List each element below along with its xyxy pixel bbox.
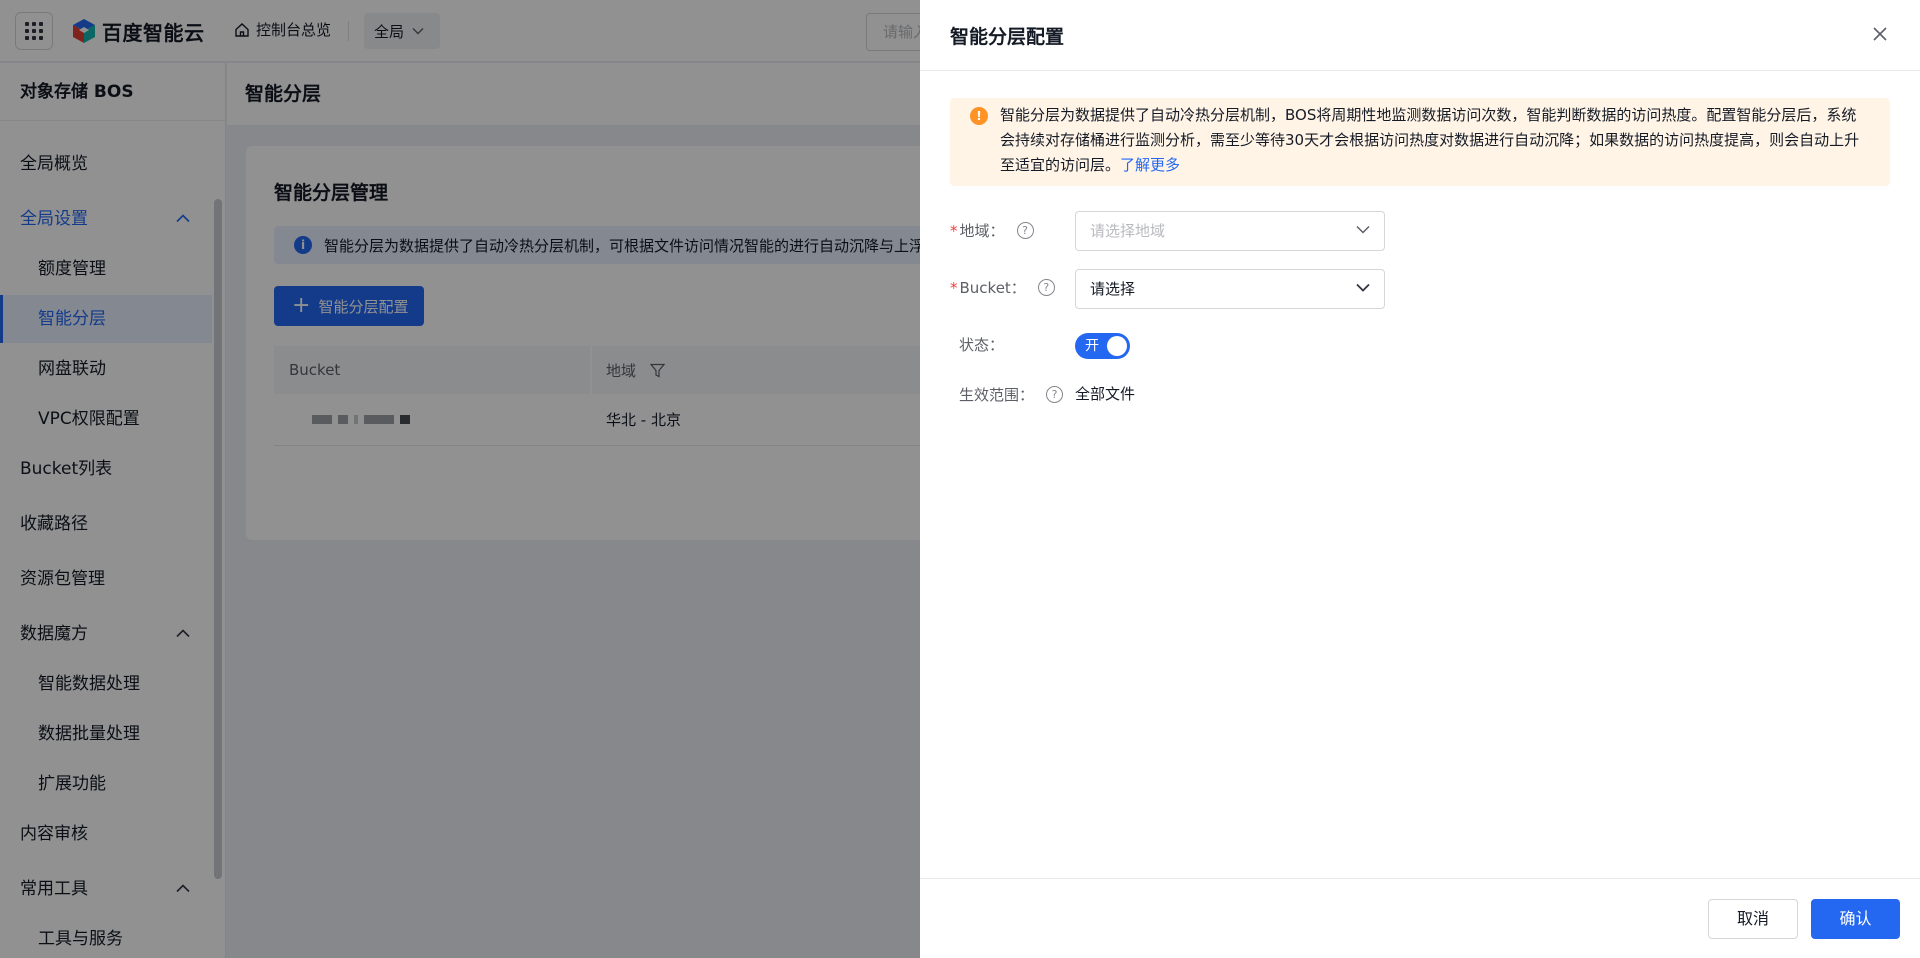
drawer-header: 智能分层配置 xyxy=(920,0,1920,71)
alert-text: 智能分层为数据提供了自动冷热分层机制，BOS将周期性地监测数据访问次数，智能判断… xyxy=(1000,103,1870,178)
required-marker: * xyxy=(950,221,958,240)
tiering-config-drawer: 智能分层配置 ! 智能分层为数据提供了自动冷热分层机制，BOS将周期性地监测数据… xyxy=(920,0,1920,958)
chevron-down-icon xyxy=(1356,283,1370,292)
region-field-label: * 地域： ? xyxy=(950,220,1034,241)
status-toggle[interactable]: 开 xyxy=(1075,333,1130,359)
confirm-button[interactable]: 确认 xyxy=(1811,899,1900,939)
help-icon[interactable]: ? xyxy=(1016,222,1034,239)
scope-field-label: 生效范围： ? xyxy=(959,384,1064,405)
status-field-label: 状态： xyxy=(959,334,1004,355)
warning-icon: ! xyxy=(970,107,988,125)
region-label-text: 地域： xyxy=(959,222,1005,240)
toggle-knob xyxy=(1107,336,1127,356)
bucket-select-value: 请选择 xyxy=(1090,280,1136,298)
required-marker: * xyxy=(950,278,958,297)
close-icon[interactable] xyxy=(1870,24,1890,44)
status-toggle-text: 开 xyxy=(1085,338,1099,354)
cancel-button[interactable]: 取消 xyxy=(1708,899,1798,939)
region-select[interactable]: 请选择地域 xyxy=(1075,211,1385,251)
bucket-select[interactable]: 请选择 xyxy=(1075,269,1385,309)
help-icon[interactable]: ? xyxy=(1037,279,1055,296)
warning-alert: ! 智能分层为数据提供了自动冷热分层机制，BOS将周期性地监测数据访问次数，智能… xyxy=(950,98,1890,186)
learn-more-link[interactable]: 了解更多 xyxy=(1120,156,1180,174)
scope-label-text: 生效范围： xyxy=(959,386,1035,404)
bucket-label-text: Bucket： xyxy=(959,279,1026,297)
status-label-text: 状态： xyxy=(959,336,1005,354)
scope-value: 全部文件 xyxy=(1075,385,1136,403)
drawer-title: 智能分层配置 xyxy=(950,26,1065,48)
help-icon[interactable]: ? xyxy=(1046,386,1064,403)
bucket-field-label: * Bucket： ? xyxy=(950,277,1055,298)
region-select-placeholder: 请选择地域 xyxy=(1090,222,1166,240)
chevron-down-icon xyxy=(1356,225,1370,234)
